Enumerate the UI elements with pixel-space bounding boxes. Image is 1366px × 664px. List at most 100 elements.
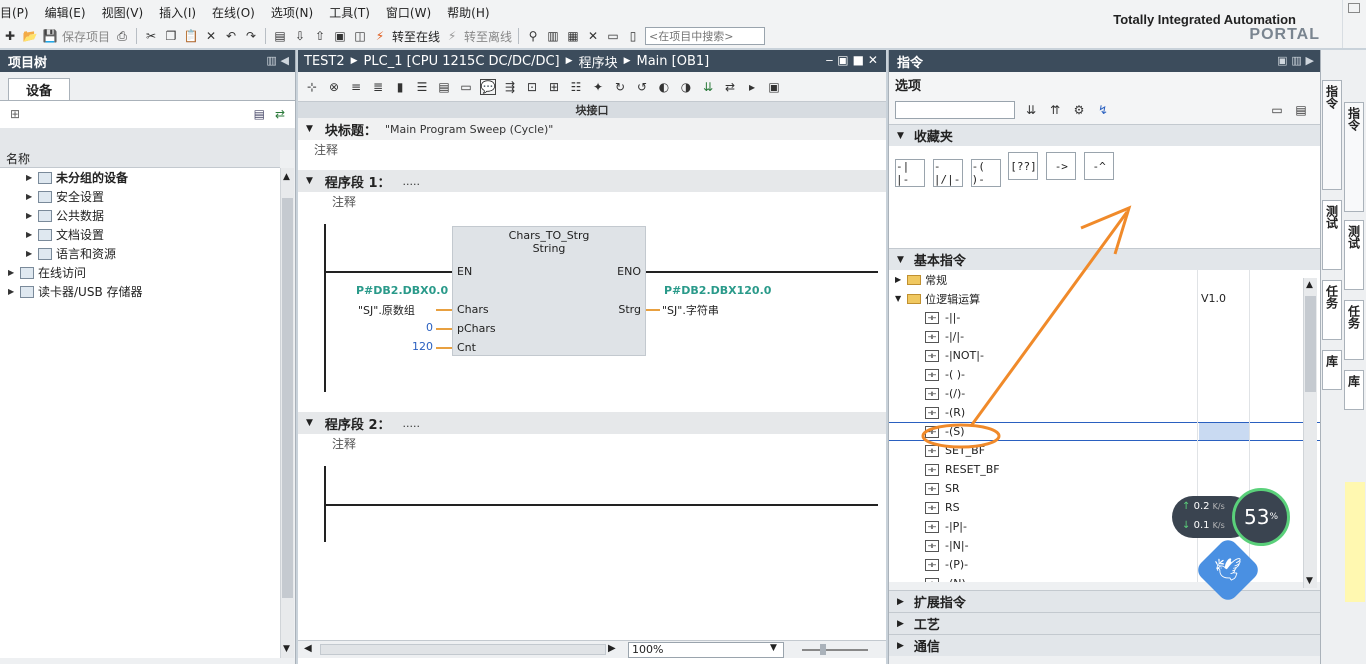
menu-options[interactable]: 选项(N) — [263, 4, 321, 21]
tree-scrollbar[interactable]: ▲ ▼ — [280, 168, 294, 658]
collapse-icon[interactable]: ▼ — [895, 294, 901, 303]
settings-icon[interactable]: ⚙ — [1071, 102, 1087, 118]
crumb-main[interactable]: Main [OB1] — [637, 54, 710, 69]
view-details-icon[interactable]: ▤ — [1293, 102, 1309, 118]
scroll-down-icon[interactable]: ▼ — [283, 644, 290, 654]
expand-icon[interactable]: ▶ — [26, 211, 36, 220]
fav-close-branch[interactable]: -^ — [1084, 152, 1115, 180]
collapse-icon[interactable]: ▼ — [306, 176, 313, 186]
block-interface-toggle[interactable]: 块接口 — [298, 102, 886, 118]
network2-comment[interactable]: 注释 — [298, 434, 886, 454]
collapse-icon[interactable]: ▼ — [306, 124, 313, 134]
tag-icon[interactable]: ▮ — [392, 79, 408, 95]
fav-no-contact[interactable]: -| |- — [895, 158, 925, 187]
close-view-icon[interactable]: ✕ — [585, 28, 601, 44]
view-list-icon[interactable]: ▭ — [1269, 102, 1285, 118]
print-icon[interactable]: ⎙ — [114, 28, 130, 44]
download-icon[interactable]: ⇩ — [292, 28, 308, 44]
compile-icon[interactable]: ▤ — [272, 28, 288, 44]
goto-next-icon[interactable]: ↺ — [634, 79, 650, 95]
simulate-icon[interactable]: ▣ — [332, 28, 348, 44]
more-icon[interactable]: ▸ — [744, 79, 760, 95]
monitor-icon[interactable]: ◫ — [352, 28, 368, 44]
tree-item[interactable]: ▶ 未分组的设备 — [0, 168, 280, 187]
crumb-program-blocks[interactable]: 程序块 — [579, 52, 618, 71]
goto-icon[interactable]: ↻ — [612, 79, 628, 95]
append-row-icon[interactable]: ≣ — [370, 79, 386, 95]
scroll-down-icon[interactable]: ▼ — [1306, 576, 1313, 586]
tree-table-icon[interactable]: ▤ — [254, 107, 265, 121]
open-project-icon[interactable]: 📂 — [22, 28, 38, 44]
tab-devices[interactable]: 设备 — [8, 78, 70, 100]
collapse-icon[interactable]: ▼ — [897, 131, 904, 141]
tab-instructions[interactable]: 指令 — [1322, 80, 1342, 190]
h-scrollbar[interactable] — [320, 644, 606, 655]
tree-item[interactable]: ▶ 文档设置 — [0, 225, 280, 244]
network2-title[interactable]: ..... — [403, 417, 420, 430]
expand-icon[interactable]: ▶ — [8, 268, 18, 277]
accessible-devices-icon[interactable]: ⚲ — [525, 28, 541, 44]
menu-online[interactable]: 在线(O) — [204, 4, 263, 21]
go-offline-icon[interactable]: ⚡ — [444, 28, 460, 44]
zoom-dropdown-icon[interactable]: ▼ — [770, 643, 777, 653]
delete-network-icon[interactable]: ⊗ — [326, 79, 342, 95]
go-offline-button[interactable]: 转至离线 — [464, 28, 512, 45]
redo-icon[interactable]: ↷ — [243, 28, 259, 44]
tab-testing-2[interactable]: 测试 — [1344, 220, 1364, 290]
monitoring-icon[interactable]: ◐ — [656, 79, 672, 95]
menu-edit[interactable]: 编辑(E) — [37, 4, 94, 21]
menu-insert[interactable]: 插入(I) — [151, 4, 204, 21]
menu-tools[interactable]: 工具(T) — [321, 4, 378, 21]
highlight-icon[interactable]: ✦ — [590, 79, 606, 95]
tree-item[interactable]: ▶ 语言和资源 — [0, 244, 280, 263]
instruction-item[interactable]: ⊣⊢ -(S) — [889, 422, 1320, 441]
expand-icon[interactable]: ▶ — [8, 287, 18, 296]
insert-row-icon[interactable]: ≡ — [348, 79, 364, 95]
cross-ref-icon[interactable]: ▥ — [545, 28, 561, 44]
instruction-item[interactable]: ⊣⊢ -||- — [889, 308, 1320, 327]
tab-libraries[interactable]: 库 — [1322, 350, 1342, 390]
call-hierarchy-icon[interactable]: ⇄ — [722, 79, 738, 95]
tree-refresh-icon[interactable]: ⇄ — [275, 107, 285, 121]
split-horizontal-icon[interactable]: ▭ — [605, 28, 621, 44]
scroll-thumb[interactable] — [282, 198, 293, 598]
pchars-operand[interactable]: 0 — [426, 321, 433, 334]
search-up-icon[interactable]: ⇈ — [1047, 102, 1063, 118]
upload-icon[interactable]: ⇧ — [312, 28, 328, 44]
close-all-icon[interactable]: ▤ — [436, 79, 452, 95]
tree-item[interactable]: ▶ 公共数据 — [0, 206, 280, 225]
instruction-item[interactable]: ⊣⊢ -|NOT|- — [889, 346, 1320, 365]
instruction-item[interactable]: ⊣⊢ -(/)- — [889, 384, 1320, 403]
split-vertical-icon[interactable]: ▯ — [625, 28, 641, 44]
box-type[interactable]: String — [453, 242, 645, 255]
properties-icon[interactable]: ▣ — [766, 79, 782, 95]
tab-instructions-2[interactable]: 指令 — [1344, 102, 1364, 212]
chars-operand[interactable]: "SJ".原数组 — [358, 302, 415, 318]
scroll-up-icon[interactable]: ▲ — [283, 172, 290, 182]
block-title-value[interactable]: "Main Program Sweep (Cycle)" — [385, 123, 553, 136]
undo-icon[interactable]: ↶ — [223, 28, 239, 44]
function-box[interactable]: Chars_TO_Strg String EN ENO Chars pChars… — [452, 226, 646, 356]
view-icon[interactable]: ▭ — [458, 79, 474, 95]
expand-icon[interactable]: ▶ — [897, 641, 904, 651]
expand-icon[interactable]: ▶ — [26, 249, 36, 258]
instruction-item[interactable]: ⊣⊢ RESET_BF — [889, 460, 1320, 479]
favorites-header[interactable]: ▼ 收藏夹 — [889, 124, 1320, 146]
menu-window[interactable]: 窗口(W) — [378, 4, 439, 21]
instruction-item[interactable]: ⊣⊢ -( )- — [889, 365, 1320, 384]
network1-comment[interactable]: 注释 — [298, 192, 886, 212]
search-down-icon[interactable]: ⇊ — [1023, 102, 1039, 118]
technology-header[interactable]: ▶ 工艺 — [889, 612, 1321, 634]
memory-gauge[interactable]: 53% — [1232, 488, 1290, 546]
force-icon[interactable]: ⇊ — [700, 79, 716, 95]
menu-view[interactable]: 视图(V) — [94, 4, 152, 21]
fav-coil[interactable]: -( )- — [970, 158, 1001, 187]
collapse-panel-icon[interactable]: ▥ ◀ — [266, 54, 289, 67]
tree-item[interactable]: ▶ 在线访问 — [0, 263, 280, 282]
favorites-toggle-icon[interactable]: ⇶ — [502, 79, 518, 95]
cut-icon[interactable]: ✂ — [143, 28, 159, 44]
zoom-select[interactable]: 100% — [628, 642, 784, 658]
insert-network-icon[interactable]: ⊹ — [304, 79, 320, 95]
strg-operand[interactable]: "SJ".字符串 — [662, 302, 719, 318]
zoom-slider-handle[interactable] — [820, 644, 826, 655]
